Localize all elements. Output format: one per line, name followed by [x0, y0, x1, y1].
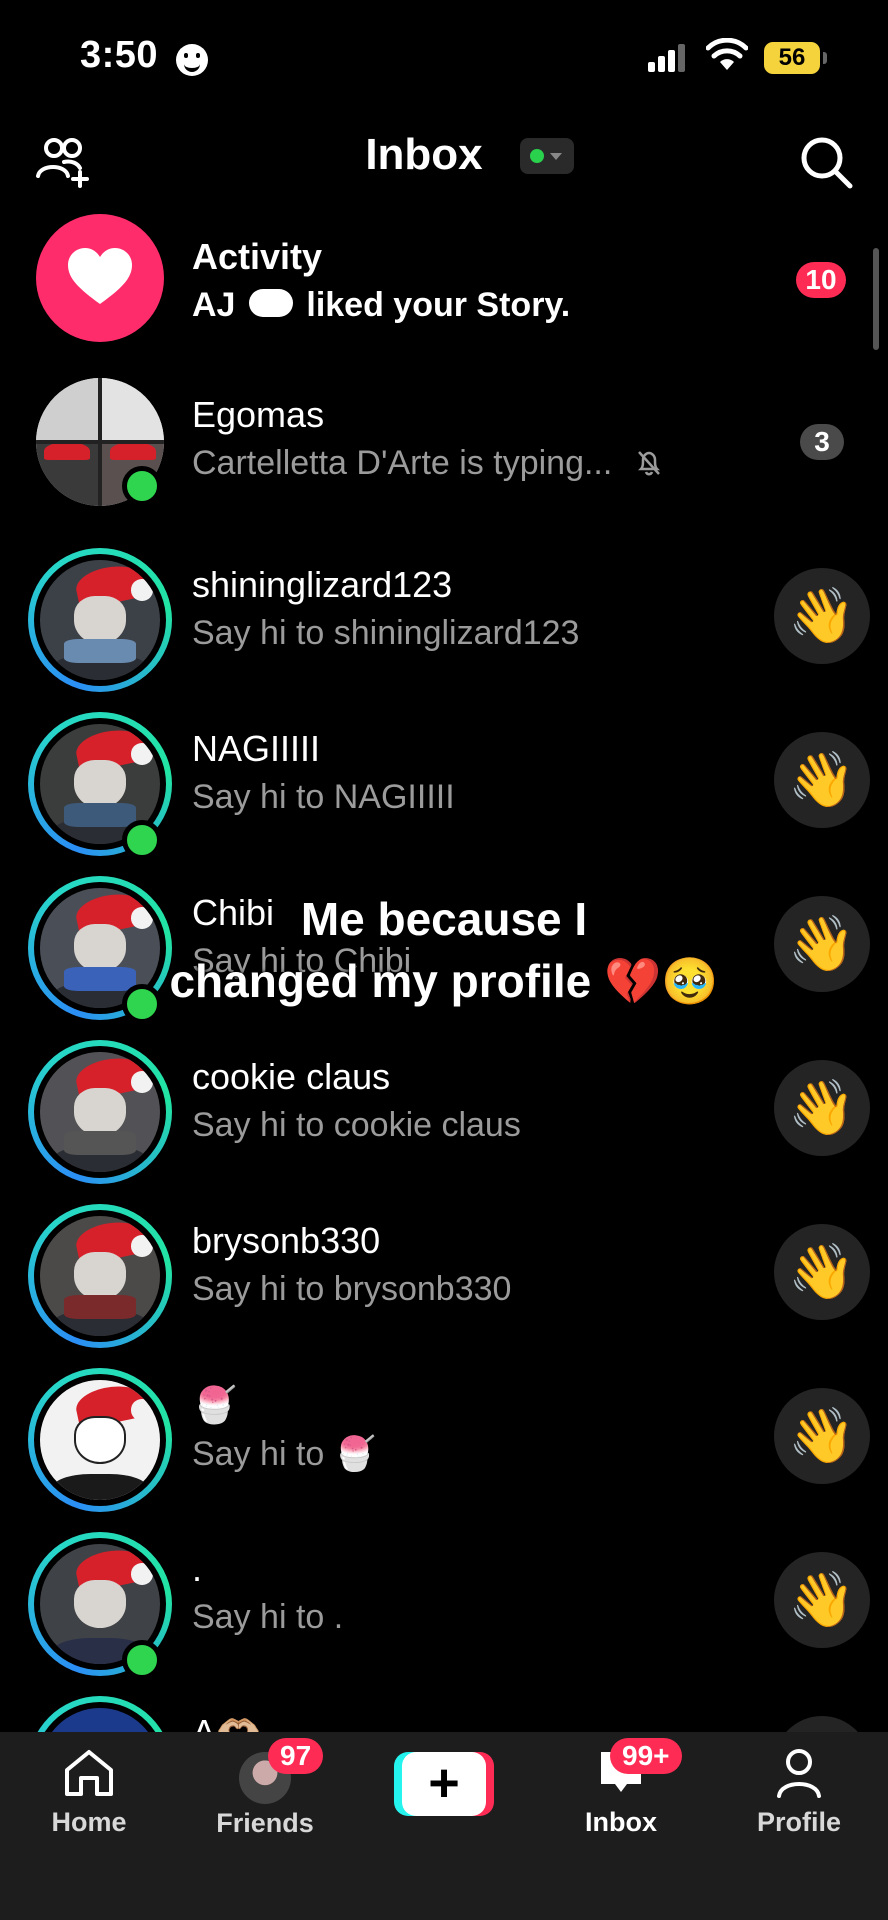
chat-subtitle: Say hi to NAGIIIII	[192, 778, 455, 816]
wave-button[interactable]: 👋	[774, 1060, 870, 1156]
online-status-dot	[122, 466, 162, 506]
wave-button[interactable]: 👋	[774, 1224, 870, 1320]
chat-subtitle: Say hi to .	[192, 1598, 344, 1636]
nav-home-label: Home	[51, 1807, 127, 1837]
nav-home[interactable]: Home	[14, 1746, 164, 1838]
battery-indicator: 56	[764, 42, 820, 74]
chat-name: cookie claus	[192, 1056, 391, 1097]
nav-inbox-label: Inbox	[585, 1807, 657, 1837]
status-time: 3:50	[80, 34, 159, 76]
chat-row[interactable]: . Say hi to . 👋	[0, 1518, 888, 1682]
cellular-signal-icon	[648, 44, 688, 72]
online-status-dot	[122, 1640, 162, 1680]
create-button[interactable]: +	[394, 1752, 494, 1816]
avatar	[28, 548, 172, 692]
plus-icon: +	[402, 1752, 486, 1816]
chat-subtitle: Say hi to brysonb330	[192, 1270, 512, 1308]
caption-line-2: changed my profile 💔🥹	[169, 955, 719, 1007]
chat-name: brysonb330	[192, 1220, 381, 1261]
nav-profile-label: Profile	[756, 1807, 842, 1837]
avatar	[28, 1696, 172, 1732]
smiley-icon	[176, 44, 208, 76]
avatar	[28, 1204, 172, 1348]
chat-row[interactable]: shininglizard123 Say hi to shininglizard…	[0, 534, 888, 698]
chat-name: A🫶🏼	[192, 1712, 261, 1732]
active-status-toggle[interactable]	[520, 138, 574, 174]
scrollbar[interactable]	[873, 248, 879, 350]
avatar	[28, 1040, 172, 1184]
nav-friends[interactable]: 97 Friends	[190, 1738, 340, 1839]
chat-row[interactable]: cookie claus Say hi to cookie claus 👋	[0, 1026, 888, 1190]
profile-icon	[777, 1749, 821, 1798]
battery-tip	[823, 52, 827, 64]
chat-name: 🍧	[192, 1384, 237, 1425]
wave-button[interactable]: 👋	[774, 1716, 870, 1732]
chat-row[interactable]: brysonb330 Say hi to brysonb330 👋	[0, 1190, 888, 1354]
chat-name: NAGIIIII	[192, 728, 321, 769]
page-title: Inbox	[365, 130, 483, 179]
chat-subtitle: Say hi to cookie claus	[192, 1106, 521, 1144]
status-bar: 3:50 56	[0, 0, 888, 110]
inbox-header: Inbox	[0, 120, 888, 200]
group-unread-badge: 3	[800, 424, 844, 460]
bottom-navigation: Home 97 Friends + 99+ Inbox Profile	[0, 1732, 888, 1920]
nav-inbox[interactable]: 99+ Inbox	[546, 1738, 696, 1838]
online-status-dot	[122, 820, 162, 860]
video-caption-overlay: Me because I changed my profile 💔🥹	[0, 888, 888, 1012]
inbox-badge: 99+	[610, 1738, 682, 1774]
wave-button[interactable]: 👋	[774, 568, 870, 664]
group-name: Egomas	[192, 394, 325, 435]
wave-button[interactable]: 👋	[774, 732, 870, 828]
search-icon[interactable]	[796, 132, 856, 192]
avatar	[28, 1368, 172, 1512]
caption-line-1: Me because I	[300, 893, 588, 945]
chat-row[interactable]: NAGIIIII Say hi to NAGIIIII 👋	[0, 698, 888, 862]
chat-subtitle: Say hi to 🍧	[192, 1435, 377, 1473]
wave-button[interactable]: 👋	[774, 1552, 870, 1648]
nav-friends-label: Friends	[216, 1808, 314, 1838]
nav-profile[interactable]: Profile	[724, 1746, 874, 1838]
chat-name: shininglizard123	[192, 564, 453, 605]
chat-row[interactable]: A🫶🏼 👋	[0, 1682, 888, 1732]
friends-badge: 97	[268, 1738, 324, 1774]
typing-status: Cartelletta D'Arte is typing...	[192, 444, 613, 482]
chat-name: .	[192, 1548, 203, 1589]
chat-subtitle: Say hi to shininglizard123	[192, 614, 580, 652]
online-status-dot	[530, 149, 544, 163]
group-subtitle: Cartelletta D'Arte is typing...	[192, 444, 662, 483]
wifi-icon	[706, 38, 748, 70]
home-icon	[65, 1750, 113, 1796]
muted-bell-icon	[637, 451, 660, 476]
group-chat-row[interactable]: Egomas Cartelletta D'Arte is typing... 3	[0, 210, 888, 540]
wave-button[interactable]: 👋	[774, 1388, 870, 1484]
chat-row[interactable]: 🍧 Say hi to 🍧 👋	[0, 1354, 888, 1518]
chevron-down-icon	[550, 153, 562, 160]
